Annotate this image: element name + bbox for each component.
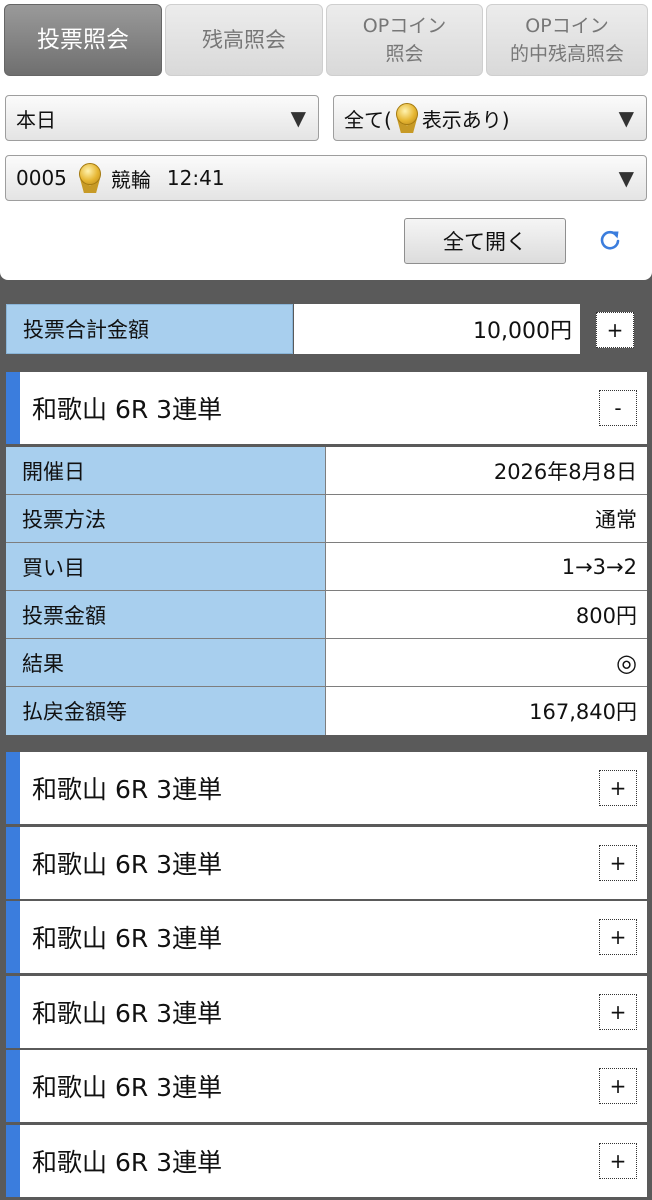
tab-op-coin-inquiry[interactable]: OPコイン 照会 bbox=[326, 4, 483, 76]
result-mark: ◎ bbox=[326, 639, 647, 686]
race-time: 12:41 bbox=[166, 166, 225, 190]
total-amount-label: 投票合計金額 bbox=[6, 304, 293, 354]
bet-card-header[interactable]: 和歌山 6R 3連単 - bbox=[6, 372, 647, 444]
date-select[interactable]: 本日 ▼ bbox=[5, 95, 319, 141]
detail-value: 167,840円 bbox=[326, 687, 647, 735]
bet-detail-table: 開催日 2026年8月8日 投票方法 通常 買い目 1→3→2 投票金額 800… bbox=[6, 447, 647, 735]
filter-panel: 投票照会 残高照会 OPコイン 照会 OPコイン 的中残高照会 本日 ▼ 全て(… bbox=[0, 0, 652, 280]
tab-label-line1: OPコイン bbox=[525, 15, 609, 37]
date-select-value: 本日 bbox=[16, 107, 56, 132]
expand-button[interactable]: + bbox=[599, 1143, 637, 1179]
detail-label: 開催日 bbox=[6, 447, 326, 494]
total-amount-value: 10,000円 bbox=[294, 304, 580, 354]
detail-label: 払戻金額等 bbox=[6, 687, 326, 735]
tab-label-line1: OPコイン bbox=[362, 15, 447, 37]
tab-label-line2: 的中残高照会 bbox=[509, 43, 624, 65]
tab-label: 投票照会 bbox=[37, 27, 129, 53]
bet-card-header[interactable]: 和歌山 6R 3連単 + bbox=[6, 901, 647, 973]
bet-card-header[interactable]: 和歌山 6R 3連単 + bbox=[6, 1125, 647, 1197]
bet-title: 和歌山 6R 3連単 bbox=[32, 395, 223, 424]
detail-label: 投票金額 bbox=[6, 591, 326, 638]
bet-title: 和歌山 6R 3連単 bbox=[32, 850, 223, 879]
race-number: 0005 bbox=[16, 166, 67, 190]
expand-button[interactable]: + bbox=[599, 994, 637, 1030]
chevron-down-icon: ▼ bbox=[618, 106, 634, 130]
medal-icon bbox=[77, 163, 103, 193]
tab-balance-inquiry[interactable]: 残高照会 bbox=[165, 4, 323, 76]
detail-row: 結果 ◎ bbox=[6, 639, 647, 687]
refresh-icon[interactable] bbox=[592, 222, 628, 258]
chevron-down-icon: ▼ bbox=[290, 106, 306, 130]
detail-row: 投票金額 800円 bbox=[6, 591, 647, 639]
detail-value: 通常 bbox=[326, 495, 647, 542]
expand-button[interactable]: + bbox=[599, 770, 637, 806]
tab-op-coin-hit-balance[interactable]: OPコイン 的中残高照会 bbox=[486, 4, 648, 76]
open-all-button[interactable]: 全て開く bbox=[404, 218, 566, 264]
detail-row: 投票方法 通常 bbox=[6, 495, 647, 543]
detail-value: 2026年8月8日 bbox=[326, 447, 647, 494]
detail-row: 開催日 2026年8月8日 bbox=[6, 447, 647, 495]
bet-card-header[interactable]: 和歌山 6R 3連単 + bbox=[6, 752, 647, 824]
race-select[interactable]: 0005 競輪 12:41 ▼ bbox=[5, 155, 647, 201]
detail-row: 払戻金額等 167,840円 bbox=[6, 687, 647, 735]
detail-row: 買い目 1→3→2 bbox=[6, 543, 647, 591]
chevron-down-icon: ▼ bbox=[618, 166, 634, 190]
collapse-button[interactable]: - bbox=[599, 390, 637, 426]
bet-card-header[interactable]: 和歌山 6R 3連単 + bbox=[6, 827, 647, 899]
display-filter-prefix: 全て( bbox=[344, 107, 392, 132]
bet-title: 和歌山 6R 3連単 bbox=[32, 924, 223, 953]
bet-title: 和歌山 6R 3連単 bbox=[32, 999, 223, 1028]
detail-label: 結果 bbox=[6, 639, 326, 686]
race-type: 競輪 bbox=[110, 167, 151, 192]
bet-title: 和歌山 6R 3連単 bbox=[32, 1073, 223, 1102]
display-filter-select[interactable]: 全て( 表示あり) ▼ bbox=[333, 95, 647, 141]
bet-card-header[interactable]: 和歌山 6R 3連単 + bbox=[6, 976, 647, 1048]
tab-label: 残高照会 bbox=[202, 28, 286, 52]
tab-label-line2: 照会 bbox=[385, 43, 424, 65]
display-filter-suffix: 表示あり) bbox=[421, 107, 510, 132]
tab-bet-inquiry[interactable]: 投票照会 bbox=[4, 4, 162, 76]
bet-title: 和歌山 6R 3連単 bbox=[32, 775, 223, 804]
detail-label: 投票方法 bbox=[6, 495, 326, 542]
expand-button[interactable]: + bbox=[599, 919, 637, 955]
medal-icon bbox=[394, 103, 420, 133]
bet-title: 和歌山 6R 3連単 bbox=[32, 1148, 223, 1177]
total-expand-button[interactable]: + bbox=[596, 312, 634, 348]
detail-value: 1→3→2 bbox=[326, 543, 647, 590]
bet-card-header[interactable]: 和歌山 6R 3連単 + bbox=[6, 1050, 647, 1122]
expand-button[interactable]: + bbox=[599, 845, 637, 881]
detail-label: 買い目 bbox=[6, 543, 326, 590]
detail-value: 800円 bbox=[326, 591, 647, 638]
expand-button[interactable]: + bbox=[599, 1068, 637, 1104]
